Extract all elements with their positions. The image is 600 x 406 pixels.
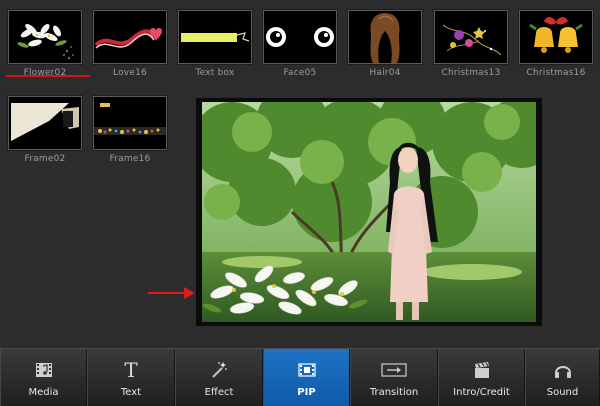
intro-credit-label: Intro/Credit	[453, 386, 510, 398]
effect-label: Effect	[204, 386, 234, 398]
thumb-face05[interactable]: Face05	[262, 9, 338, 78]
clapperboard-icon	[472, 359, 492, 381]
thumb-label: Frame16	[109, 154, 151, 164]
preview-photo	[202, 102, 536, 322]
thumb-label: Love16	[113, 68, 147, 78]
film-music-icon	[34, 359, 54, 381]
text-label: Text	[120, 386, 142, 398]
thumb-frame16[interactable]: Frame16	[92, 95, 168, 164]
pip-label: PIP	[297, 386, 316, 398]
sound-label: Sound	[546, 386, 579, 398]
flower-sticker-icon	[7, 9, 83, 65]
effect-button[interactable]: Effect	[175, 349, 263, 406]
thumb-frame02[interactable]: Frame02	[7, 95, 83, 164]
cartoon-eyes-icon	[262, 9, 338, 65]
christmas-bells-icon	[518, 9, 594, 65]
pip-button[interactable]: PIP	[263, 349, 350, 406]
thumb-label: Christmas16	[526, 68, 586, 78]
thumb-christmas13[interactable]: Christmas13	[433, 9, 509, 78]
hair-wig-icon	[347, 9, 423, 65]
thumb-label: Frame02	[24, 154, 66, 164]
christmas-ornaments-icon	[433, 9, 509, 65]
text-box-bar-icon	[177, 9, 253, 65]
intro-credit-button[interactable]: Intro/Credit	[438, 349, 525, 406]
transition-button[interactable]: Transition	[350, 349, 438, 406]
thumb-label: Text box	[195, 68, 235, 78]
transition-arrows-icon	[381, 359, 407, 381]
thumb-love16[interactable]: Love16	[92, 9, 168, 78]
selected-underline	[6, 75, 90, 77]
thumb-textbox[interactable]: Text box	[177, 9, 253, 78]
thumb-label: Christmas13	[441, 68, 501, 78]
thumb-christmas16[interactable]: Christmas16	[518, 9, 594, 78]
transition-label: Transition	[369, 386, 419, 398]
frame-corner-icon	[7, 95, 83, 151]
thumb-label: Hair04	[369, 68, 401, 78]
main-stage: Flower02 Love16 Text box Face05 Hair04 C…	[0, 0, 600, 348]
pip-film-icon	[297, 359, 317, 381]
bottom-toolbar: Media T Text Effect PIP Transition Intro…	[0, 348, 600, 406]
thumb-flower02[interactable]: Flower02	[7, 9, 83, 78]
media-button[interactable]: Media	[0, 349, 87, 406]
text-button[interactable]: T Text	[87, 349, 175, 406]
magic-wand-icon	[209, 359, 229, 381]
heart-ribbon-icon	[92, 9, 168, 65]
headphones-icon	[553, 359, 573, 381]
video-preview[interactable]	[196, 98, 542, 326]
media-label: Media	[28, 386, 59, 398]
thumb-hair04[interactable]: Hair04	[347, 9, 423, 78]
text-t-icon: T	[124, 357, 138, 382]
red-arrow-icon	[148, 287, 195, 299]
sound-button[interactable]: Sound	[525, 349, 600, 406]
thumb-label: Face05	[283, 68, 317, 78]
frame-strip-icon	[92, 95, 168, 151]
